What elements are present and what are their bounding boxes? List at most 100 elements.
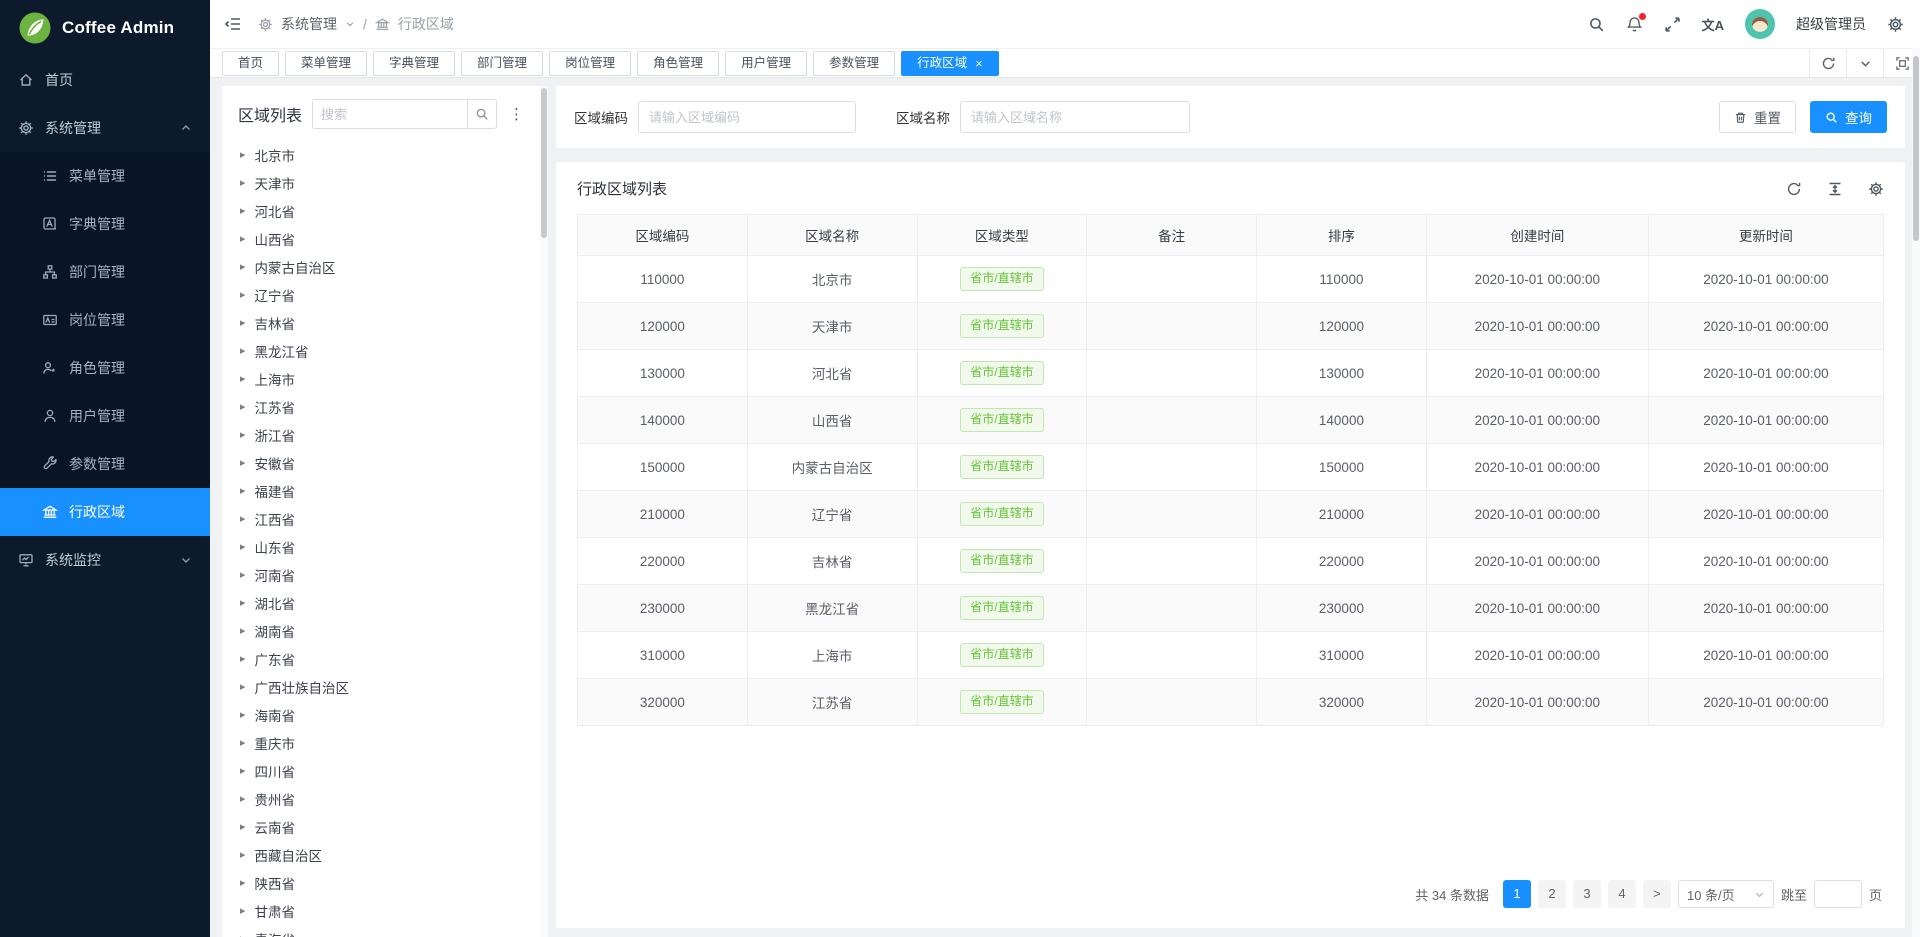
tree-item[interactable]: ▸湖南省 [238,617,526,645]
tree-item[interactable]: ▸广东省 [238,645,526,673]
sidebar-item-role-mgmt[interactable]: 角色管理 [0,344,210,392]
caret-right-icon[interactable]: ▸ [240,598,246,609]
caret-right-icon[interactable]: ▸ [240,458,246,469]
tree-item[interactable]: ▸内蒙古自治区 [238,253,526,281]
caret-right-icon[interactable]: ▸ [240,682,246,693]
search-icon[interactable] [467,100,496,128]
tree-item[interactable]: ▸河北省 [238,197,526,225]
region-name-input[interactable] [960,101,1190,133]
sidebar-collapse-icon[interactable] [224,16,242,32]
username[interactable]: 超级管理员 [1796,14,1866,34]
chevron-down-icon[interactable] [1846,49,1883,77]
page-scrollbar[interactable] [1912,48,1920,937]
page-size-select[interactable]: 10 条/页 [1678,880,1774,908]
caret-right-icon[interactable]: ▸ [240,514,246,525]
close-icon[interactable]: × [975,57,983,70]
caret-right-icon[interactable]: ▸ [240,402,246,413]
tab-dict-mgmt[interactable]: 字典管理 [373,51,455,76]
breadcrumb-root[interactable]: 系统管理 [281,14,337,34]
tree-item[interactable]: ▸湖北省 [238,589,526,617]
tree-item[interactable]: ▸上海市 [238,365,526,393]
sidebar-item-system-mgmt[interactable]: 系统管理 [0,104,210,152]
table-row[interactable]: 230000黑龙江省省市/直辖市2300002020-10-01 00:00:0… [578,585,1884,632]
sidebar-item-dict-mgmt[interactable]: 字典管理 [0,200,210,248]
caret-right-icon[interactable]: ▸ [240,346,246,357]
caret-right-icon[interactable]: ▸ [240,542,246,553]
caret-right-icon[interactable]: ▸ [240,738,246,749]
caret-right-icon[interactable]: ▸ [240,626,246,637]
caret-right-icon[interactable]: ▸ [240,318,246,329]
tab-menu-mgmt[interactable]: 菜单管理 [285,51,367,76]
search-icon[interactable] [1588,16,1605,33]
column-settings-gear-icon[interactable] [1868,181,1884,197]
caret-right-icon[interactable]: ▸ [240,794,246,805]
avatar[interactable] [1745,9,1775,39]
tab-user-mgmt[interactable]: 用户管理 [725,51,807,76]
sidebar-item-region[interactable]: 行政区域 [0,488,210,536]
tree-item[interactable]: ▸青海省 [238,925,526,937]
table-row[interactable]: 110000北京市省市/直辖市1100002020-10-01 00:00:00… [578,256,1884,303]
tree-item[interactable]: ▸江西省 [238,505,526,533]
caret-right-icon[interactable]: ▸ [240,290,246,301]
table-row[interactable]: 120000天津市省市/直辖市1200002020-10-01 00:00:00… [578,303,1884,350]
caret-right-icon[interactable]: ▸ [240,234,246,245]
caret-right-icon[interactable]: ▸ [240,906,246,917]
app-logo[interactable]: Coffee Admin [0,0,210,56]
tab-region-active[interactable]: 行政区域 × [901,51,999,76]
table-row[interactable]: 210000辽宁省省市/直辖市2100002020-10-01 00:00:00… [578,491,1884,538]
tree-item[interactable]: ▸山东省 [238,533,526,561]
tab-home[interactable]: 首页 [222,51,279,76]
tree-item[interactable]: ▸广西壮族自治区 [238,673,526,701]
tree-item[interactable]: ▸云南省 [238,813,526,841]
tab-post-mgmt[interactable]: 岗位管理 [549,51,631,76]
translate-icon[interactable]: 文A [1702,15,1724,34]
tree-item[interactable]: ▸北京市 [238,141,526,169]
tree-item[interactable]: ▸江苏省 [238,393,526,421]
caret-right-icon[interactable]: ▸ [240,654,246,665]
notification-bell-icon[interactable] [1626,16,1643,33]
caret-right-icon[interactable]: ▸ [240,934,246,937]
caret-right-icon[interactable]: ▸ [240,878,246,889]
page-button-2[interactable]: 2 [1538,880,1566,908]
sidebar-item-user-mgmt[interactable]: 用户管理 [0,392,210,440]
tree-item[interactable]: ▸重庆市 [238,729,526,757]
caret-right-icon[interactable]: ▸ [240,374,246,385]
tab-role-mgmt[interactable]: 角色管理 [637,51,719,76]
refresh-icon[interactable] [1786,181,1802,197]
sidebar-item-param-mgmt[interactable]: 参数管理 [0,440,210,488]
next-page-button[interactable]: > [1643,880,1671,908]
sidebar-item-home[interactable]: 首页 [0,56,210,104]
table-row[interactable]: 310000上海市省市/直辖市3100002020-10-01 00:00:00… [578,632,1884,679]
tree-item[interactable]: ▸河南省 [238,561,526,589]
caret-right-icon[interactable]: ▸ [240,178,246,189]
table-row[interactable]: 220000吉林省省市/直辖市2200002020-10-01 00:00:00… [578,538,1884,585]
reset-button[interactable]: 重置 [1719,101,1796,133]
jump-page-input[interactable] [1814,880,1862,908]
page-button-4[interactable]: 4 [1608,880,1636,908]
tree-item[interactable]: ▸天津市 [238,169,526,197]
caret-right-icon[interactable]: ▸ [240,850,246,861]
tree-item[interactable]: ▸甘肃省 [238,897,526,925]
table-row[interactable]: 320000江苏省省市/直辖市3200002020-10-01 00:00:00… [578,679,1884,726]
caret-right-icon[interactable]: ▸ [240,486,246,497]
caret-right-icon[interactable]: ▸ [240,430,246,441]
refresh-icon[interactable] [1809,49,1846,77]
kebab-menu-icon[interactable]: ⋮ [507,107,526,122]
caret-right-icon[interactable]: ▸ [240,570,246,581]
tree-item[interactable]: ▸吉林省 [238,309,526,337]
caret-right-icon[interactable]: ▸ [240,262,246,273]
sidebar-item-dept-mgmt[interactable]: 部门管理 [0,248,210,296]
tree-item[interactable]: ▸西藏自治区 [238,841,526,869]
search-button[interactable]: 查询 [1810,101,1887,133]
caret-right-icon[interactable]: ▸ [240,150,246,161]
table-row[interactable]: 140000山西省省市/直辖市1400002020-10-01 00:00:00… [578,397,1884,444]
region-code-input[interactable] [638,101,856,133]
caret-right-icon[interactable]: ▸ [240,822,246,833]
tree-scrollbar-thumb[interactable] [541,88,547,238]
tab-param-mgmt[interactable]: 参数管理 [813,51,895,76]
tree-item[interactable]: ▸辽宁省 [238,281,526,309]
settings-gear-icon[interactable] [1887,16,1904,33]
fullscreen-icon[interactable] [1664,16,1681,33]
density-icon[interactable] [1827,181,1843,197]
chevron-down-icon[interactable] [345,19,355,29]
